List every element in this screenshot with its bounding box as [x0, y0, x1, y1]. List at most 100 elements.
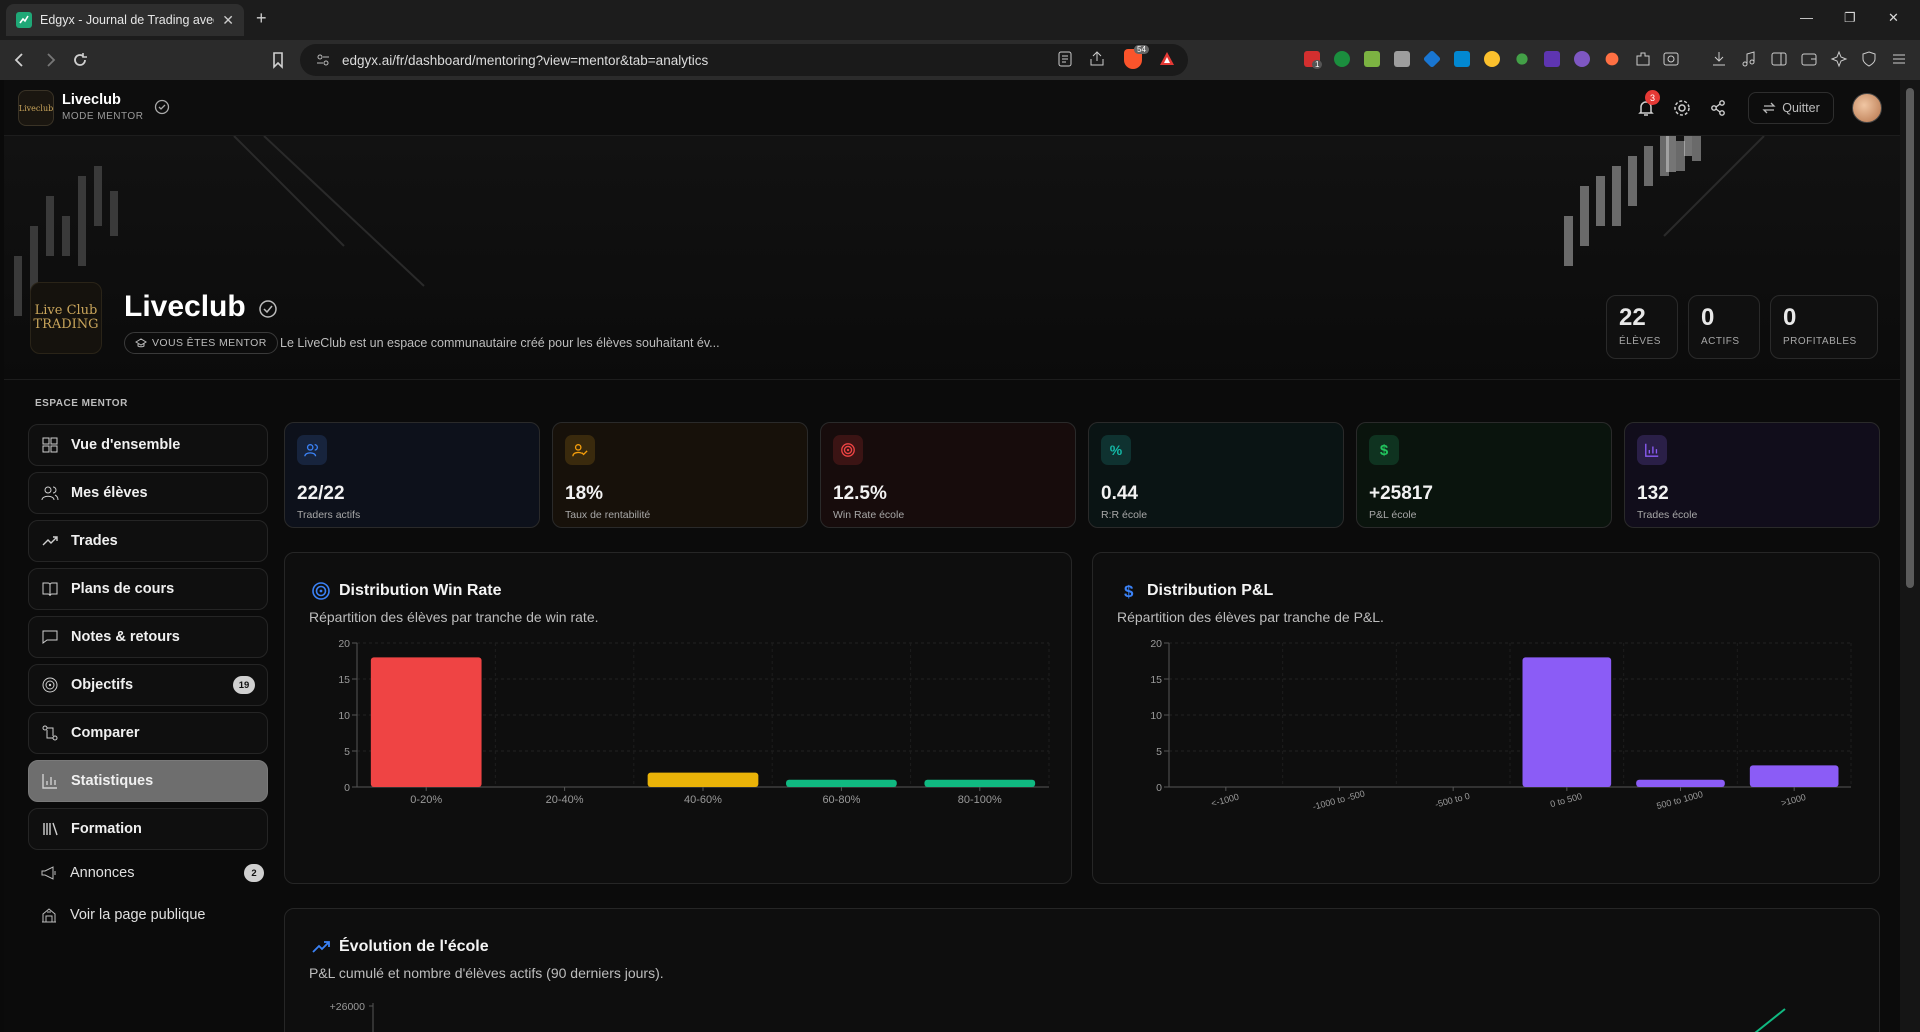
kpi-label: Trades école — [1637, 509, 1698, 521]
compare-icon — [42, 725, 58, 741]
c-extension-icon[interactable] — [1516, 53, 1528, 65]
sidebar-item-compare[interactable]: Comparer — [28, 712, 268, 754]
library-icon — [43, 822, 58, 836]
stat-value: 0 — [1701, 304, 1715, 331]
user-avatar[interactable] — [1852, 93, 1882, 123]
leo-ai-icon[interactable] — [1830, 50, 1848, 68]
sidebar-item-overview[interactable]: Vue d'ensemble — [28, 424, 268, 466]
user-check-icon — [565, 435, 595, 465]
brand-name: Liveclub — [62, 92, 121, 108]
sidebar-item-announcements[interactable]: Annonces 2 — [40, 864, 264, 882]
extension-3-icon[interactable] — [1364, 51, 1380, 67]
new-tab-icon[interactable]: + — [256, 8, 267, 29]
bar — [1636, 779, 1725, 787]
star-extension-icon[interactable] — [1605, 52, 1619, 66]
y-tick-label: 15 — [1150, 674, 1162, 686]
browser-tab[interactable]: Edgyx - Journal de Trading avec ✕ — [6, 4, 244, 36]
back-icon[interactable] — [10, 50, 30, 70]
extension-2-icon[interactable] — [1334, 51, 1350, 67]
y-tick-label: 5 — [1156, 746, 1162, 758]
restore-icon[interactable]: ❐ — [1844, 10, 1856, 26]
sidebar-item-trades[interactable]: Trades — [28, 520, 268, 562]
camera-extension-icon[interactable] — [1394, 51, 1410, 67]
site-settings-icon[interactable] — [316, 53, 330, 67]
stat-value: 22 — [1619, 304, 1646, 331]
y-tick-label: 5 — [344, 746, 350, 758]
sidebar-item-lesson-plans[interactable]: Plans de cours — [28, 568, 268, 610]
kpi-label: Traders actifs — [297, 509, 361, 521]
x-tick-label: >1000 — [1780, 792, 1807, 808]
sidebar-item-public-page[interactable]: Voir la page publique — [40, 906, 264, 924]
download-icon[interactable] — [1710, 50, 1728, 68]
brave-rewards-icon[interactable] — [1158, 50, 1176, 68]
vpn-icon[interactable] — [1860, 50, 1878, 68]
y-tick-label: 0 — [344, 782, 350, 794]
sidebar-toggle-icon[interactable] — [1770, 50, 1788, 68]
address-bar[interactable]: edgyx.ai/fr/dashboard/mentoring?view=men… — [300, 44, 1188, 76]
club-title: Liveclub — [124, 290, 246, 323]
sidebar-item-objectives[interactable]: Objectifs 19 — [28, 664, 268, 706]
close-tab-icon[interactable]: ✕ — [222, 12, 234, 29]
puzzle-icon[interactable] — [1634, 50, 1652, 68]
bar — [786, 779, 897, 787]
z-extension-icon[interactable] — [1544, 51, 1560, 67]
wallet-icon[interactable] — [1800, 50, 1818, 68]
page-scrollbar-thumb[interactable] — [1906, 88, 1914, 588]
bookmark-icon[interactable] — [268, 50, 288, 70]
club-logo[interactable]: Liveclub — [18, 90, 54, 126]
panel-title: Évolution de l'école — [339, 938, 489, 955]
kpi-value: +25817 — [1369, 483, 1433, 504]
sidebar-item-label: Voir la page publique — [70, 907, 206, 923]
brand-mode: MODE MENTOR — [62, 111, 144, 122]
url-text[interactable]: edgyx.ai/fr/dashboard/mentoring?view=men… — [342, 53, 708, 68]
panel-subtitle: Répartition des élèves par tranche de P&… — [1117, 609, 1384, 625]
users-icon — [297, 435, 327, 465]
x-tick-label: -1000 to -500 — [1312, 788, 1366, 812]
kpi-value: 18% — [565, 483, 604, 504]
stat-label: PROFITABLES — [1783, 336, 1857, 347]
stat-profitable: 0 PROFITABLES — [1770, 295, 1878, 359]
share-page-icon[interactable] — [1088, 50, 1106, 68]
megaphone-icon — [41, 866, 56, 880]
dollar-icon: $ — [1124, 582, 1134, 601]
reader-mode-icon[interactable] — [1056, 50, 1074, 68]
close-window-icon[interactable]: ✕ — [1888, 10, 1899, 26]
sidebar-item-training[interactable]: Formation — [28, 808, 268, 850]
kpi-label: R:R école — [1101, 509, 1148, 521]
sidebar-item-label: Vue d'ensemble — [71, 437, 181, 453]
music-icon[interactable] — [1740, 50, 1758, 68]
gear-extension-icon[interactable] — [1484, 51, 1500, 67]
cloud-extension-icon[interactable] — [1574, 51, 1590, 67]
quit-button[interactable]: Quitter — [1748, 92, 1834, 124]
forward-icon[interactable] — [40, 50, 60, 70]
x-tick-label: 0 to 500 — [1549, 791, 1583, 809]
x-tick-label: 40-60% — [684, 794, 722, 806]
sidebar-item-notes[interactable]: Notes & retours — [28, 616, 268, 658]
kpi-value: 132 — [1637, 483, 1669, 504]
sidebar-item-statistics[interactable]: Statistiques — [28, 760, 268, 802]
winrate-chart: 0 5 10 15 20 0-20% 20-40% 40-60% 60-80% 80-100% — [285, 639, 1073, 839]
sidebar-item-label: Plans de cours — [71, 581, 175, 597]
pnl-cumulative-line — [1754, 1008, 1786, 1032]
share-icon[interactable] — [1708, 98, 1728, 118]
gear-icon[interactable] — [1672, 98, 1692, 118]
reload-icon[interactable] — [70, 50, 90, 70]
pnl-distribution-panel: $ Distribution P&L Répartition des élève… — [1092, 552, 1880, 884]
menu-icon[interactable] — [1890, 50, 1908, 68]
kpi-risk-reward: % 0.44 R:R école — [1088, 422, 1344, 528]
play-extension-icon[interactable] — [1454, 51, 1470, 67]
sidebar-item-label: Statistiques — [71, 773, 154, 789]
panel-title: Distribution Win Rate — [339, 582, 502, 599]
kpi-profitability: 18% Taux de rentabilité — [552, 422, 808, 528]
sidebar-item-students[interactable]: Mes élèves — [28, 472, 268, 514]
y-tick-label: 0 — [1156, 782, 1162, 794]
browser-tab-bar: Edgyx - Journal de Trading avec ✕ + — ❐ … — [0, 0, 1920, 40]
minimize-icon[interactable]: — — [1800, 10, 1813, 25]
stat-students: 22 ÉLÈVES — [1606, 295, 1678, 359]
x-tick-label: <-1000 — [1210, 792, 1240, 809]
edgyx-favicon-icon — [16, 12, 32, 28]
verified-icon — [259, 300, 277, 318]
x-tick-label: 20-40% — [546, 794, 584, 806]
mentor-badge: VOUS ÊTES MENTOR — [124, 332, 278, 354]
screenshot-icon[interactable] — [1662, 50, 1680, 68]
